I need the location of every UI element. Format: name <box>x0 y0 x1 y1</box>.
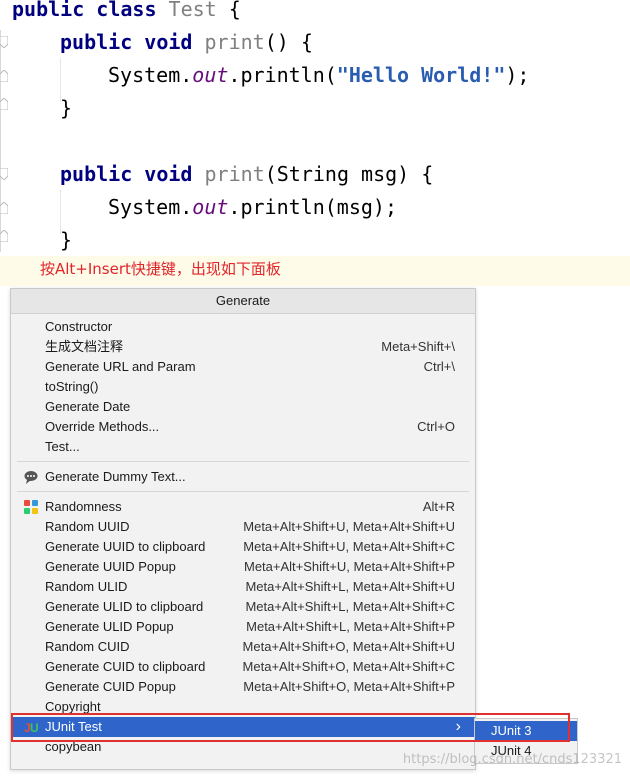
menu-item-random-uuid[interactable]: Random UUID Meta+Alt+Shift+U, Meta+Alt+Sh… <box>11 517 475 537</box>
code-token: public void <box>60 30 205 54</box>
highlight-box-junit <box>11 713 570 742</box>
fold-icon[interactable] <box>0 98 8 110</box>
fold-icon[interactable] <box>0 230 8 242</box>
code-token: out <box>192 63 229 87</box>
menu-item-tostring[interactable]: toString() <box>11 377 475 397</box>
menu-item-label: Constructor <box>45 319 113 334</box>
menu-item-label: Random UUID <box>45 519 130 534</box>
menu-separator <box>17 491 469 492</box>
menu-separator <box>17 461 469 462</box>
code-token: (String msg) { <box>264 162 434 186</box>
code-token: print <box>204 30 265 54</box>
fold-icon[interactable] <box>0 202 8 214</box>
menu-item-generate-uuid-to-clipboard[interactable]: Generate UUID to clipboard Meta+Alt+Shift… <box>11 537 475 557</box>
menu-item-shortcut: Meta+Alt+Shift+O, Meta+Alt+Shift+C <box>242 659 455 674</box>
menu-item-random-cuid[interactable]: Random CUID Meta+Alt+Shift+O, Meta+Alt+Sh… <box>11 637 475 657</box>
code-line-method-decl: public void print(String msg) { <box>60 162 433 186</box>
menu-item-test[interactable]: Test... <box>11 437 475 457</box>
code-token: Test <box>168 0 217 21</box>
menu-item-label: Generate ULID to clipboard <box>45 599 204 614</box>
code-line-close-brace: } <box>60 96 72 120</box>
code-line-method-decl: public void print() { <box>60 30 313 54</box>
menu-item-label: Generate Date <box>45 399 131 414</box>
speech-bubble-icon <box>24 470 38 484</box>
code-token: } <box>60 228 73 252</box>
fold-icon[interactable] <box>0 70 8 82</box>
menu-item-label: Generate ULID Popup <box>45 619 174 634</box>
code-token: ); <box>505 63 530 87</box>
menu-item-shortcut: Meta+Alt+Shift+L, Meta+Alt+Shift+C <box>245 599 455 614</box>
code-token: out <box>192 195 229 219</box>
code-token: public void <box>60 162 205 186</box>
menu-item-label: Random ULID <box>45 579 128 594</box>
menu-item-shortcut: Meta+Alt+Shift+U, Meta+Alt+Shift+U <box>243 519 455 534</box>
code-editor[interactable]: public class Test { public void print() … <box>0 0 630 258</box>
code-line-class-decl: public class Test { <box>12 0 241 21</box>
code-token: { <box>216 0 241 21</box>
menu-item-generate-ulid-popup[interactable]: Generate ULID Popup Meta+Alt+Shift+L, Met… <box>11 617 475 637</box>
code-token: .println(msg); <box>228 195 397 219</box>
menu-item-label: Generate UUID to clipboard <box>45 539 206 554</box>
menu-item-randomness[interactable]: Randomness Alt+R <box>11 497 475 517</box>
menu-item-label: Random CUID <box>45 639 130 654</box>
menu-item-generate-cuid-popup[interactable]: Generate CUID Popup Meta+Alt+Shift+O, Met… <box>11 677 475 697</box>
menu-item-random-ulid[interactable]: Random ULID Meta+Alt+Shift+L, Meta+Alt+Sh… <box>11 577 475 597</box>
menu-item-generate-cuid-to-clipboard[interactable]: Generate CUID to clipboard Meta+Alt+Shift… <box>11 657 475 677</box>
code-token: public class <box>12 0 169 21</box>
code-line-println: System.out.println(msg); <box>108 195 397 219</box>
menu-item-shortcut: Ctrl+O <box>417 419 455 434</box>
menu-item-generate-ulid-to-clipboard[interactable]: Generate ULID to clipboard Meta+Alt+Shift… <box>11 597 475 617</box>
menu-item-label: Override Methods... <box>45 419 160 434</box>
randomness-icon <box>24 500 38 514</box>
code-token: System. <box>108 195 193 219</box>
menu-item-shortcut: Meta+Shift+\ <box>381 339 455 354</box>
code-line-close-brace: } <box>60 228 72 252</box>
code-token: "Hello World!" <box>336 63 506 87</box>
generate-popup[interactable]: Generate Constructor 生成文档注释 Meta+Shift+\ Ge… <box>10 288 476 770</box>
menu-item-label: Test... <box>45 439 80 454</box>
watermark-text: https://blog.csdn.net/cnds123321 <box>402 752 622 767</box>
code-token: System. <box>108 63 193 87</box>
annotation-text: 按Alt+Insert快捷键，出现如下面板 <box>40 260 281 278</box>
fold-icon[interactable] <box>0 36 8 48</box>
menu-item-shortcut: Ctrl+\ <box>423 359 455 374</box>
menu-item-shortcut: Meta+Alt+Shift+U, Meta+Alt+Shift+P <box>243 559 455 574</box>
code-token: print <box>204 162 265 186</box>
menu-item-shortcut: Meta+Alt+Shift+U, Meta+Alt+Shift+C <box>243 539 455 554</box>
menu-item-label: Generate CUID Popup <box>45 679 176 694</box>
menu-item-生成文档注释[interactable]: 生成文档注释 Meta+Shift+\ <box>11 337 475 357</box>
menu-item-label: toString() <box>45 379 99 394</box>
menu-item-label: 生成文档注释 <box>45 339 124 354</box>
menu-item-shortcut: Alt+R <box>422 499 455 514</box>
menu-item-shortcut: Meta+Alt+Shift+L, Meta+Alt+Shift+U <box>245 579 455 594</box>
code-token: () { <box>264 30 313 54</box>
menu-item-generate-dummy-text[interactable]: Generate Dummy Text... <box>11 467 475 487</box>
menu-item-shortcut: Meta+Alt+Shift+O, Meta+Alt+Shift+U <box>242 639 455 654</box>
menu-item-label: Generate UUID Popup <box>45 559 176 574</box>
menu-item-generate-date[interactable]: Generate Date <box>11 397 475 417</box>
menu-item-generate-url-and-param[interactable]: Generate URL and Param Ctrl+\ <box>11 357 475 377</box>
menu-item-generate-uuid-popup[interactable]: Generate UUID Popup Meta+Alt+Shift+U, Met… <box>11 557 475 577</box>
menu-item-label: Generate CUID to clipboard <box>45 659 206 674</box>
editor-gutter <box>0 30 1 252</box>
code-token: .println( <box>228 63 337 87</box>
menu-item-label: Generate URL and Param <box>45 359 196 374</box>
menu-item-label: Randomness <box>45 499 122 514</box>
menu-item-constructor[interactable]: Constructor <box>11 317 475 337</box>
menu-item-override-methods[interactable]: Override Methods... Ctrl+O <box>11 417 475 437</box>
code-token: } <box>60 96 73 120</box>
menu-item-label: Generate Dummy Text... <box>45 469 186 484</box>
menu-item-shortcut: Meta+Alt+Shift+L, Meta+Alt+Shift+P <box>246 619 455 634</box>
popup-title: Generate <box>11 289 475 314</box>
code-line-println: System.out.println("Hello World!"); <box>108 63 529 87</box>
menu-item-shortcut: Meta+Alt+Shift+O, Meta+Alt+Shift+P <box>243 679 455 694</box>
fold-icon[interactable] <box>0 168 8 180</box>
